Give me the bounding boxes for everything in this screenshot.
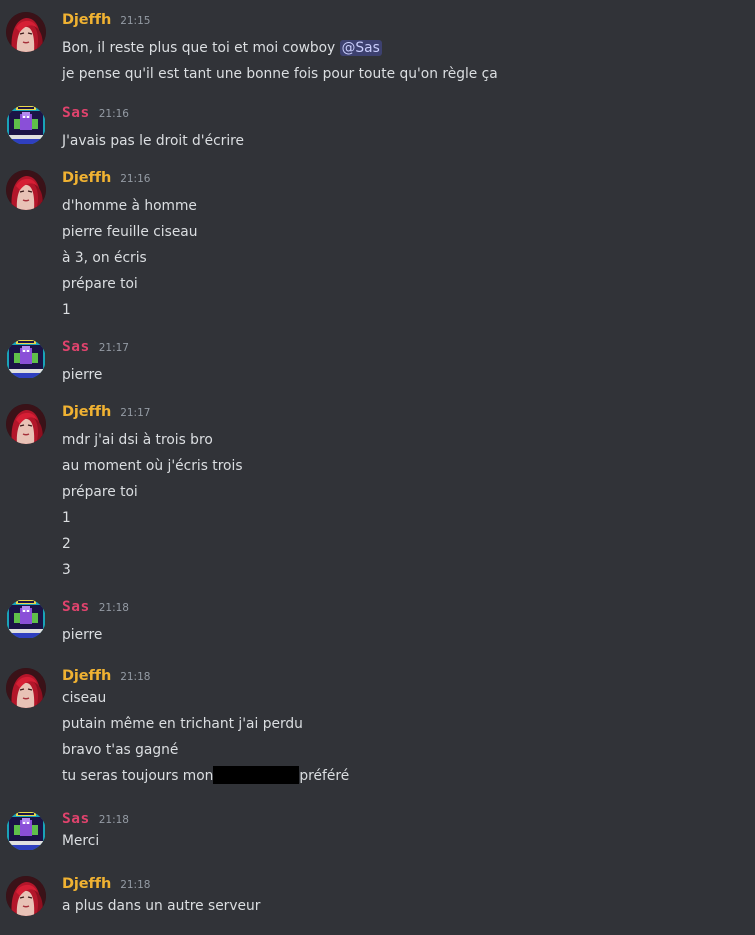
- pixel-arcade-avatar: [6, 811, 46, 851]
- avatar[interactable]: [6, 12, 46, 52]
- pixel-arcade-avatar: [6, 339, 46, 379]
- message-lines: Bon, il reste plus que toi et moi cowboy…: [62, 35, 498, 87]
- message-line: tu seras toujours mon préféré: [62, 766, 350, 784]
- message-lines: d'homme à homme pierre feuille ciseau à …: [62, 193, 198, 323]
- author-name[interactable]: Djeffh: [62, 404, 111, 420]
- message-header: Djeffh 21:15: [62, 12, 150, 30]
- avatar[interactable]: [6, 599, 46, 639]
- message-line: putain même en trichant j'ai perdu: [62, 716, 303, 732]
- timestamp[interactable]: 21:15: [120, 15, 150, 27]
- message-line: 2: [62, 536, 71, 552]
- message-line: pierre: [62, 367, 103, 383]
- message-line: d'homme à homme: [62, 198, 197, 214]
- avatar[interactable]: [6, 668, 46, 708]
- message-line: 1: [62, 302, 71, 318]
- message-line: J'avais pas le droit d'écrire: [62, 133, 245, 149]
- timestamp[interactable]: 21:18: [120, 671, 150, 683]
- author-name[interactable]: Sas: [62, 339, 90, 355]
- timestamp[interactable]: 21:16: [99, 108, 129, 120]
- author-name[interactable]: Djeffh: [62, 170, 111, 186]
- red-haired-woman-avatar: [6, 12, 46, 52]
- message-lines: pierre: [62, 622, 102, 648]
- user-mention[interactable]: @Sas: [339, 40, 382, 56]
- author-name[interactable]: Djeffh: [62, 12, 111, 28]
- author-name[interactable]: Sas: [62, 599, 90, 615]
- author-name[interactable]: Sas: [62, 811, 90, 827]
- avatar[interactable]: [6, 170, 46, 210]
- message-header: Sas 21:18: [62, 811, 129, 829]
- timestamp[interactable]: 21:17: [99, 342, 129, 354]
- message-line: à 3, on écris: [62, 250, 147, 266]
- pixel-arcade-avatar: [6, 105, 46, 145]
- timestamp[interactable]: 21:17: [120, 407, 150, 419]
- message-line: au moment où j'écris trois: [62, 458, 243, 474]
- pixel-arcade-avatar: [6, 599, 46, 639]
- author-name[interactable]: Sas: [62, 105, 90, 121]
- avatar[interactable]: [6, 876, 46, 916]
- red-haired-woman-avatar: [6, 668, 46, 708]
- timestamp[interactable]: 21:16: [120, 173, 150, 185]
- message-header: Djeffh 21:18: [62, 668, 150, 686]
- message-line: ciseau: [62, 690, 107, 706]
- red-haired-woman-avatar: [6, 170, 46, 210]
- redacted-block: [213, 766, 300, 784]
- message-lines: mdr j'ai dsi à trois bro au moment où j'…: [62, 427, 243, 583]
- message-line: 1: [62, 510, 71, 526]
- message-header: Djeffh 21:17: [62, 404, 150, 422]
- message-lines: J'avais pas le droit d'écrire: [62, 128, 244, 154]
- message-line: Bon, il reste plus que toi et moi cowboy…: [62, 40, 382, 56]
- author-name[interactable]: Djeffh: [62, 876, 111, 892]
- message-line: je pense qu'il est tant une bonne fois p…: [62, 66, 498, 82]
- avatar[interactable]: [6, 339, 46, 379]
- message-line: prépare toi: [62, 484, 138, 500]
- message-line: Merci: [62, 833, 100, 849]
- message-line: mdr j'ai dsi à trois bro: [62, 432, 213, 448]
- message-header: Sas 21:17: [62, 339, 129, 357]
- red-haired-woman-avatar: [6, 876, 46, 916]
- message-line: pierre: [62, 627, 103, 643]
- avatar[interactable]: [6, 811, 46, 851]
- message-lines: a plus dans un autre serveur: [62, 893, 260, 919]
- author-name[interactable]: Djeffh: [62, 668, 111, 684]
- message-line: pierre feuille ciseau: [62, 224, 198, 240]
- message-header: Sas 21:16: [62, 105, 129, 123]
- avatar[interactable]: [6, 105, 46, 145]
- avatar[interactable]: [6, 404, 46, 444]
- message-line: 3: [62, 562, 71, 578]
- timestamp[interactable]: 21:18: [99, 814, 129, 826]
- message-lines: pierre: [62, 362, 102, 388]
- message-header: Djeffh 21:16: [62, 170, 150, 188]
- timestamp[interactable]: 21:18: [99, 602, 129, 614]
- message-header: Djeffh 21:18: [62, 876, 150, 894]
- message-line: bravo t'as gagné: [62, 742, 179, 758]
- red-haired-woman-avatar: [6, 404, 46, 444]
- message-lines: Merci: [62, 828, 99, 854]
- message-line: prépare toi: [62, 276, 138, 292]
- message-header: Sas 21:18: [62, 599, 129, 617]
- message-lines: ciseau putain même en trichant j'ai perd…: [62, 685, 349, 789]
- timestamp[interactable]: 21:18: [120, 879, 150, 891]
- message-line: a plus dans un autre serveur: [62, 898, 261, 914]
